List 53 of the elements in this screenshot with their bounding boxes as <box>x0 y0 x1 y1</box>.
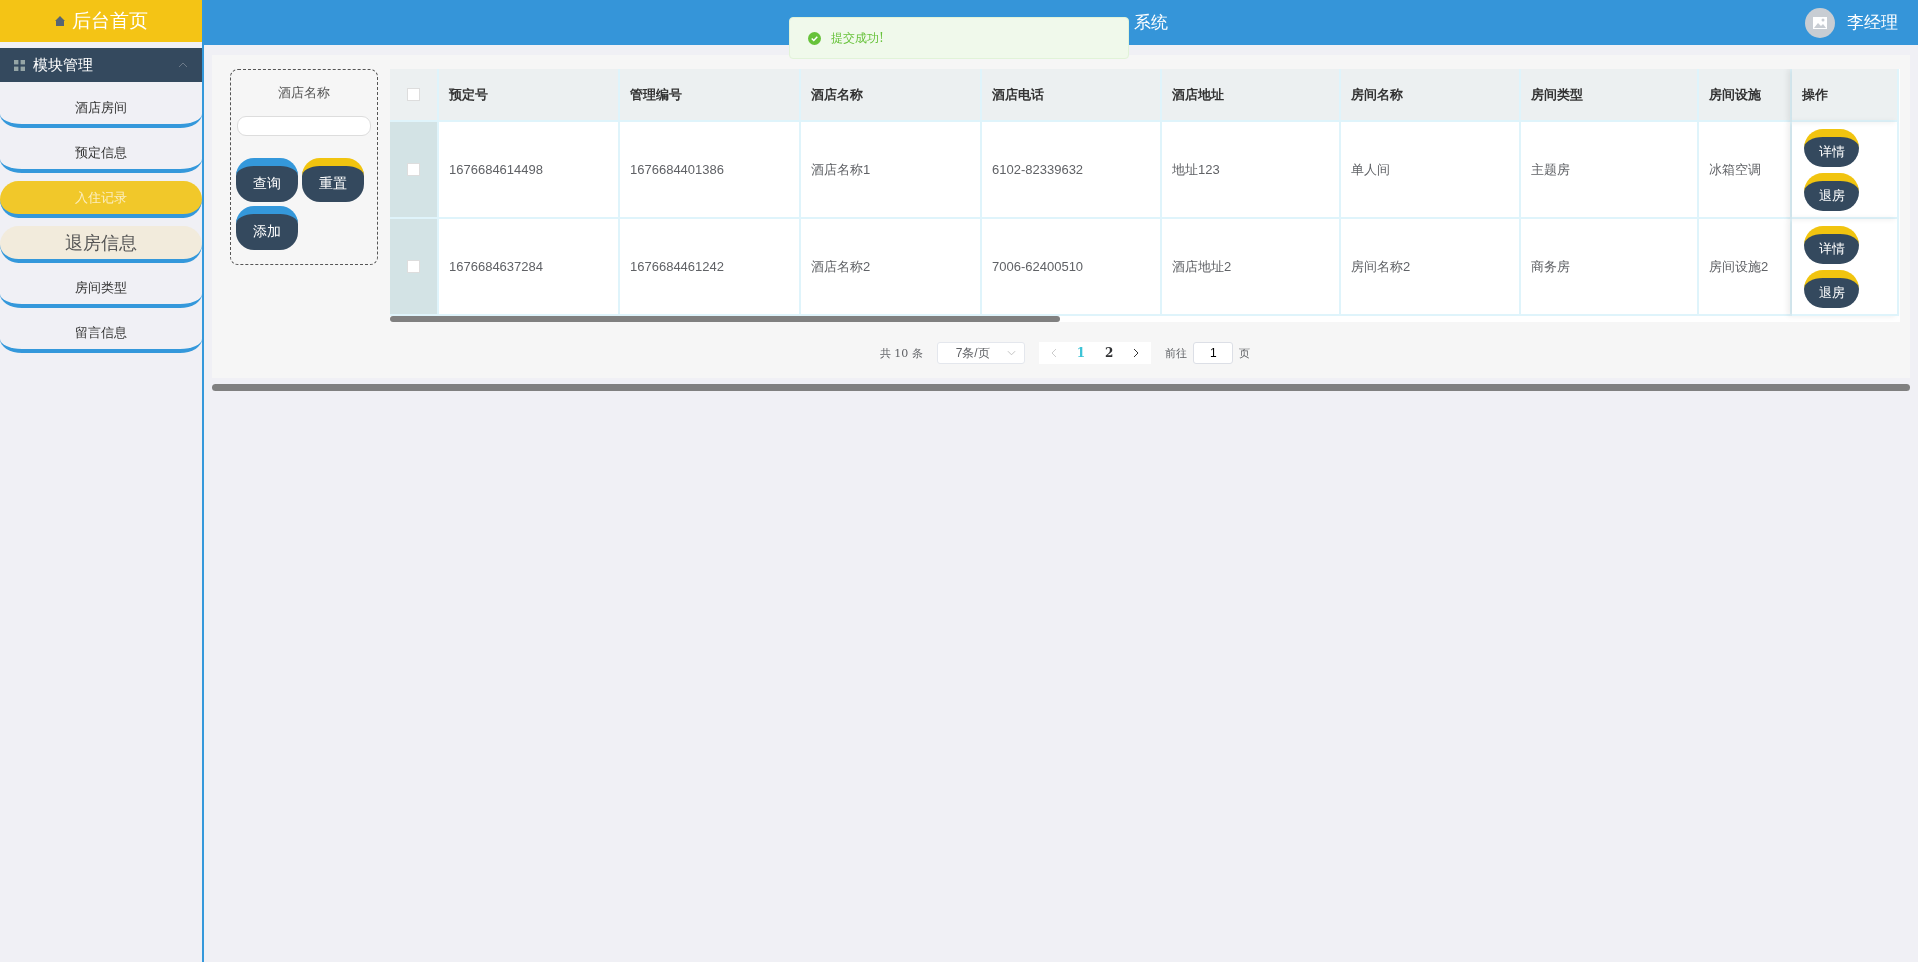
table-cell: 1676684614498 <box>439 122 620 219</box>
column-header: 房间类型 <box>1521 69 1699 122</box>
horizontal-scrollbar[interactable] <box>390 316 1060 322</box>
next-page-icon[interactable] <box>1133 348 1140 358</box>
column-header: 管理编号 <box>620 69 801 122</box>
menu-section-header[interactable]: 模块管理 <box>0 48 202 82</box>
column-header: 房间名称 <box>1341 69 1521 122</box>
toast-message: 提交成功! <box>831 29 884 47</box>
row-action-button[interactable]: 详情 <box>1804 128 1859 167</box>
table-cell: 房间名称2 <box>1341 219 1521 316</box>
goto-page-field[interactable]: 1 <box>1193 342 1234 364</box>
column-header: 操作 <box>1792 69 1899 122</box>
table-cell: 主题房 <box>1521 122 1699 219</box>
menu-item[interactable]: 退房信息 <box>0 226 202 263</box>
page-title: 系统 <box>1134 11 1169 34</box>
horizontal-scrollbar[interactable] <box>212 384 1910 391</box>
table-cell: 酒店地址2 <box>1162 219 1341 316</box>
search-field[interactable] <box>237 116 371 136</box>
select-all-checkbox[interactable] <box>407 88 420 101</box>
table-cell: 商务房 <box>1521 219 1699 316</box>
previous-page-icon[interactable] <box>1050 348 1057 358</box>
table-cell: 1676684401386 <box>620 122 801 219</box>
column-header: 预定号 <box>439 69 620 122</box>
check-circle-icon <box>808 31 821 45</box>
home-icon <box>54 15 66 27</box>
table-cell: 房间设施2 <box>1699 219 1792 316</box>
row-checkbox[interactable] <box>407 163 420 176</box>
page-unit: 页 <box>1239 345 1251 361</box>
table-cell: 冰箱空调 <box>1699 122 1792 219</box>
table-cell: 酒店名称1 <box>801 122 982 219</box>
row-checkbox[interactable] <box>407 260 420 273</box>
caret-icon <box>178 62 188 68</box>
row-action-button[interactable]: 详情 <box>1804 225 1859 264</box>
row-action-button[interactable]: 退房 <box>1804 269 1859 308</box>
column-header: 酒店名称 <box>801 69 982 122</box>
goto-label: 前往 <box>1165 345 1188 361</box>
page-number[interactable]: 2 <box>1105 346 1114 360</box>
search-panel-button[interactable]: 添加 <box>236 206 298 250</box>
chevron-down-icon <box>1006 350 1016 356</box>
table-cell: 6102-82339632 <box>982 122 1162 219</box>
column-header: 酒店地址 <box>1162 69 1341 122</box>
table-cell: 单人间 <box>1341 122 1521 219</box>
column-header: 房间设施 <box>1699 69 1792 122</box>
search-panel-button[interactable]: 重置 <box>302 158 364 202</box>
column-header: 酒店电话 <box>982 69 1162 122</box>
total-count: 共 10 条 <box>879 345 923 361</box>
field-label: 酒店名称 <box>278 84 330 102</box>
row-action-button[interactable]: 退房 <box>1804 172 1859 211</box>
table-cell: 地址123 <box>1162 122 1341 219</box>
grid-icon <box>14 59 25 71</box>
search-panel-button[interactable]: 查询 <box>236 158 298 202</box>
avatar-image-icon[interactable] <box>1805 7 1835 38</box>
page-size-select[interactable]: 7条/页 <box>936 342 1025 364</box>
